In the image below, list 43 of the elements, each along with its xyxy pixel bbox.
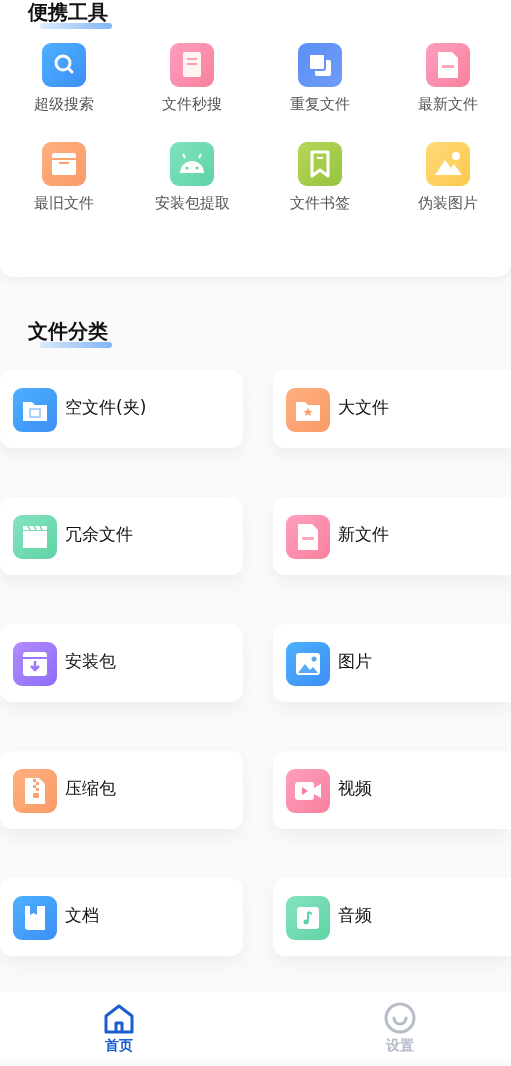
new-document-icon xyxy=(286,515,330,559)
clapperboard-icon xyxy=(13,515,57,559)
image-icon xyxy=(425,142,470,186)
document-icon xyxy=(170,43,214,87)
section-title: 文件分类 xyxy=(28,319,108,343)
tool-item[interactable]: 文件秒搜 xyxy=(128,43,256,114)
folder-icon xyxy=(286,388,330,432)
nav-tab[interactable]: 首页 xyxy=(103,996,135,1054)
category-card[interactable]: 大文件 xyxy=(273,370,511,448)
category-card[interactable]: 冗余文件 xyxy=(0,497,243,575)
search-icon xyxy=(42,43,86,87)
zip-file-icon xyxy=(13,769,57,813)
category-card[interactable]: 文档 xyxy=(0,878,243,956)
category-card[interactable]: 新文件 xyxy=(273,497,511,575)
book-icon xyxy=(13,896,57,940)
tool-item[interactable]: 安装包提取 xyxy=(128,142,256,213)
category-card[interactable]: 空文件(夹) xyxy=(0,370,243,448)
bookmark-icon xyxy=(298,142,342,186)
copy-icon xyxy=(298,43,342,87)
tool-item[interactable]: 最旧文件 xyxy=(0,142,128,213)
category-card[interactable]: 视频 xyxy=(273,751,511,829)
new-document-icon xyxy=(425,43,470,87)
music-note-icon xyxy=(286,896,330,940)
tool-item[interactable]: 超级搜索 xyxy=(0,43,128,114)
tool-item[interactable]: 最新文件 xyxy=(384,43,511,114)
home-icon xyxy=(103,1004,135,1034)
video-icon xyxy=(286,769,330,813)
image-icon xyxy=(286,642,330,686)
category-card[interactable]: 图片 xyxy=(273,624,511,702)
android-icon xyxy=(170,142,214,186)
category-card[interactable]: 音频 xyxy=(273,878,511,956)
category-card[interactable]: 安装包 xyxy=(0,624,243,702)
highlight-stroke xyxy=(40,23,112,29)
category-card[interactable]: 压缩包 xyxy=(0,751,243,829)
tool-item[interactable]: 文件书签 xyxy=(256,142,384,213)
download-box-icon xyxy=(13,642,57,686)
highlight-stroke xyxy=(40,342,112,348)
section-title: 便携工具 xyxy=(28,0,108,24)
tool-item[interactable]: 重复文件 xyxy=(256,43,384,114)
smile-icon xyxy=(384,1002,416,1034)
folder-icon xyxy=(13,388,57,432)
archive-box-icon xyxy=(42,142,86,186)
tool-item[interactable]: 伪装图片 xyxy=(384,142,511,213)
